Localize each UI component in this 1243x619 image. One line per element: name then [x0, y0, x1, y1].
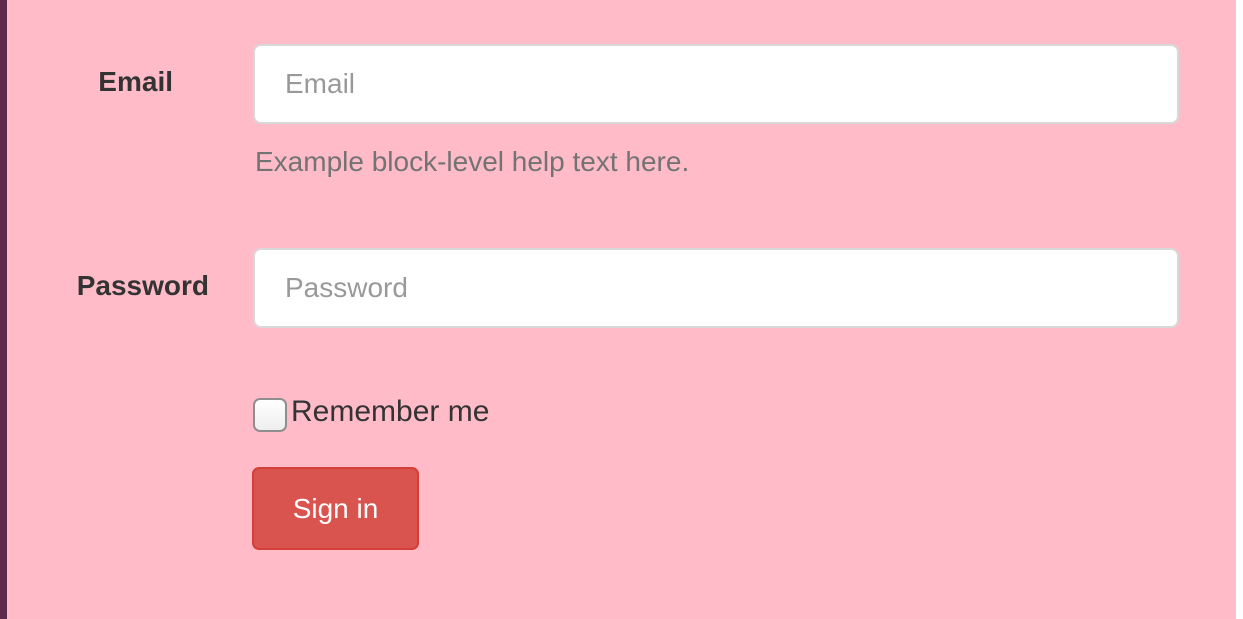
remember-me-label: Remember me [291, 395, 490, 428]
sign-in-button[interactable]: Sign in [252, 467, 419, 550]
email-label: Email [98, 66, 173, 97]
form-panel: Email Example block-level help text here… [0, 0, 1236, 619]
email-input[interactable] [253, 44, 1179, 124]
remember-me-checkbox[interactable] [253, 398, 287, 432]
password-label: Password [76, 270, 209, 301]
password-input[interactable] [253, 248, 1179, 328]
remember-me-option[interactable]: Remember me [253, 392, 489, 432]
email-help-text: Example block-level help text here. [255, 146, 690, 177]
